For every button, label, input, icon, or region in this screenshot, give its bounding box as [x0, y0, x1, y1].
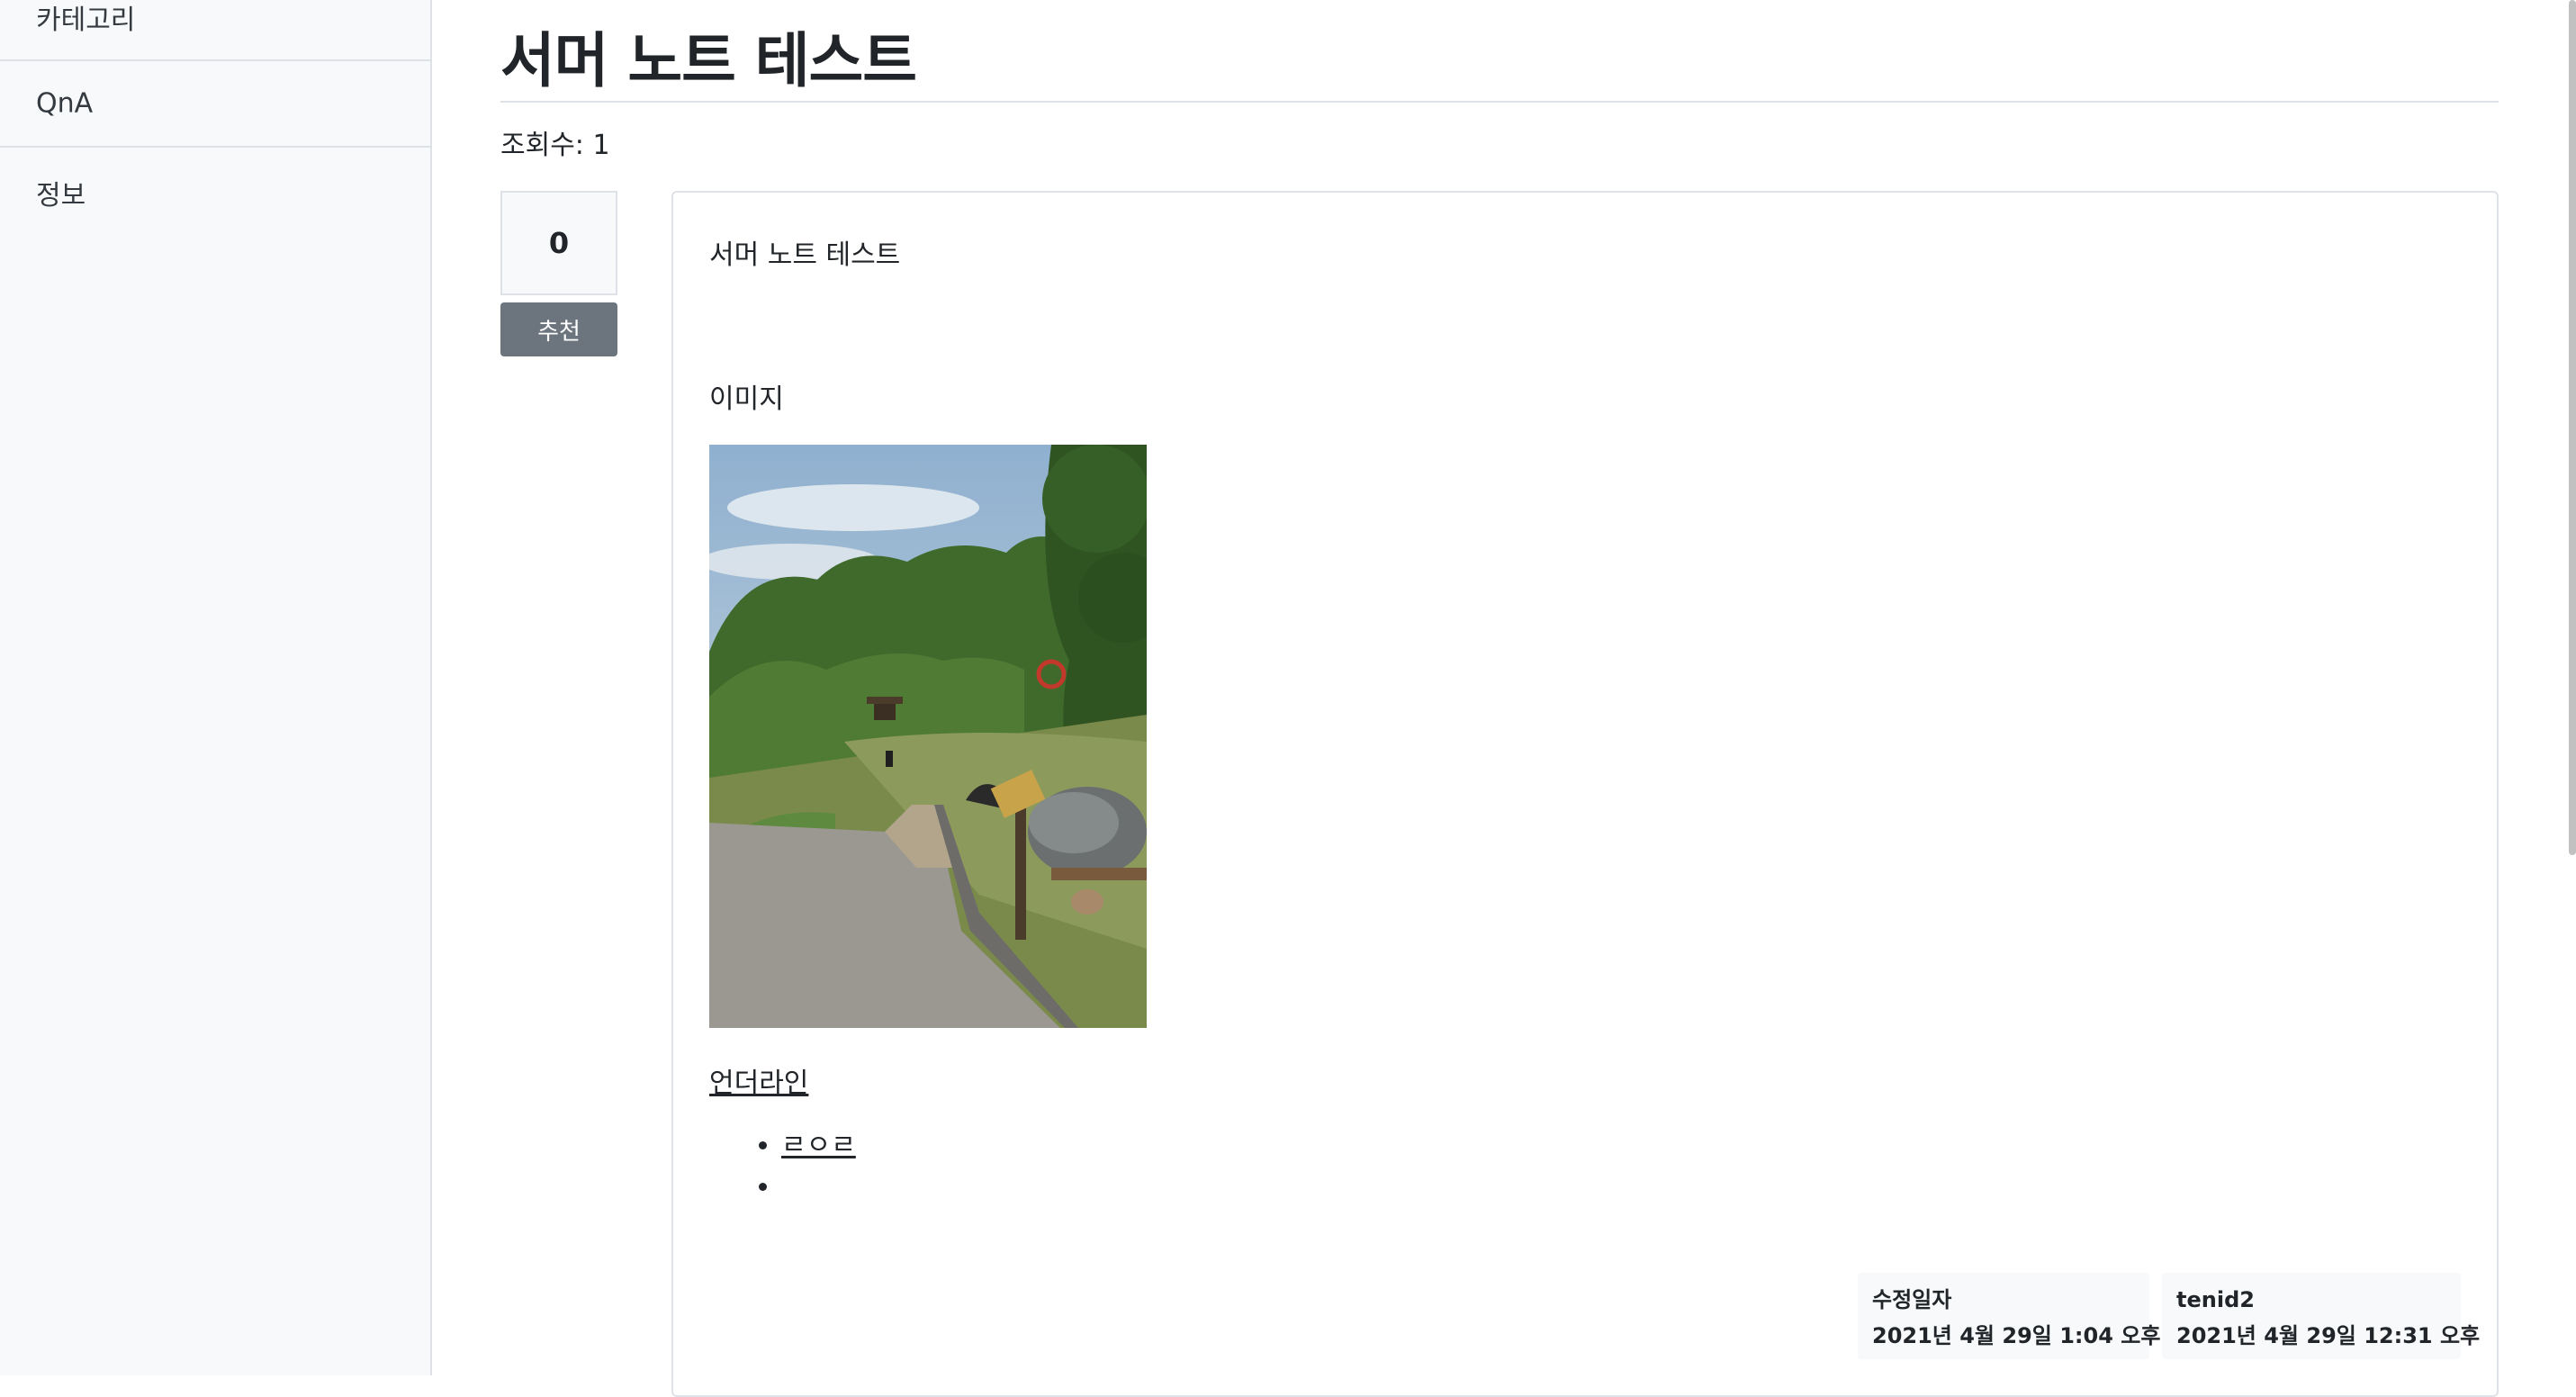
edited-info: 수정일자 2021년 4월 29일 1:04 오후: [1858, 1273, 2161, 1359]
sidebar-item-qna[interactable]: QnA: [0, 61, 430, 148]
content-image-label: 이미지: [709, 383, 784, 415]
author-info: tenid2 2021년 4월 29일 12:31 오후: [2162, 1273, 2481, 1359]
edited-date: 2021년 4월 29일 1:04 오후: [1872, 1323, 2161, 1348]
content-list: ㄹㅇㄹ: [709, 1125, 856, 1208]
list-item: ㄹㅇㄹ: [781, 1125, 856, 1167]
underline-text: 언더라인: [709, 1068, 809, 1099]
post-content: 서머 노트 테스트 이미지 언더라인 • ㄹㅇㄹ • 수정일자 2021년 4월…: [671, 191, 2499, 1397]
author-name[interactable]: tenid2: [2176, 1282, 2446, 1318]
post-view: 서머 노트 테스트 조회수: 1 0 추천 서머 노트 테스트 이미지 언더라인…: [500, 0, 2499, 1397]
list-item: [781, 1167, 856, 1208]
sidebar: 카테고리 QnA 정보: [0, 0, 432, 1375]
created-date: 2021년 4월 29일 12:31 오후: [2176, 1323, 2481, 1348]
vote-count: 0: [500, 191, 617, 295]
scrollbar[interactable]: [2569, 0, 2576, 855]
edited-label: 수정일자: [1872, 1287, 1952, 1312]
park-path-photo: [709, 445, 1147, 1028]
view-count: 조회수: 1: [500, 130, 610, 161]
sidebar-item-label: 카테고리: [36, 5, 136, 36]
title-divider: [500, 101, 2499, 103]
vote-count-value: 0: [548, 226, 570, 260]
sidebar-item-category[interactable]: 카테고리: [0, 0, 430, 61]
sidebar-item-info[interactable]: 정보: [0, 149, 430, 236]
content-heading: 서머 노트 테스트: [709, 239, 901, 271]
recommend-button[interactable]: 추천: [500, 302, 617, 356]
sidebar-item-label: QnA: [36, 87, 94, 120]
sidebar-item-label: 정보: [36, 180, 86, 212]
page-title: 서머 노트 테스트: [500, 26, 917, 95]
